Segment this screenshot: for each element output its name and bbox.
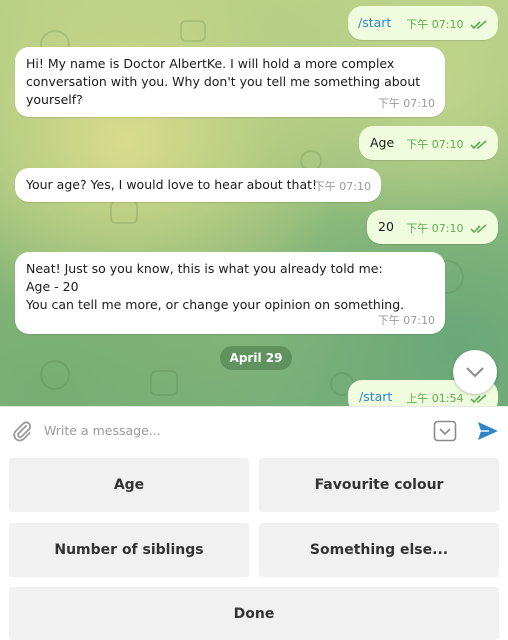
- keyboard-button-age[interactable]: Age: [9, 458, 249, 512]
- message-time: 下午 07:10: [377, 97, 435, 110]
- message-line: You can tell me more, or change your opi…: [26, 297, 405, 312]
- outgoing-message[interactable]: Age 下午 07:10: [359, 126, 498, 160]
- keyboard-button-done[interactable]: Done: [9, 587, 499, 640]
- message-text: Age: [370, 135, 395, 150]
- double-check-icon: [470, 394, 487, 404]
- message-time: 下午 07:10: [313, 180, 371, 193]
- incoming-message[interactable]: Hi! My name is Doctor AlbertKe. I will h…: [15, 47, 445, 117]
- message-text[interactable]: /start: [358, 15, 391, 30]
- chevron-down-icon: [466, 367, 484, 378]
- message-input[interactable]: [44, 417, 414, 443]
- message-time: 下午 07:10: [406, 222, 464, 235]
- chat-area: /start 下午 07:10 Hi! My name is Doctor Al…: [0, 0, 508, 406]
- outgoing-message[interactable]: /start 下午 07:10: [348, 6, 498, 40]
- message-time: 下午 07:10: [377, 314, 435, 327]
- send-icon[interactable]: [476, 419, 500, 443]
- keyboard-button-something-else[interactable]: Something else...: [259, 523, 499, 577]
- background-doodle: [180, 20, 206, 42]
- keyboard-toggle-icon[interactable]: [433, 420, 457, 442]
- message-line: Age - 20: [26, 279, 79, 294]
- message-time: 下午 07:10: [406, 138, 464, 151]
- message-time: 上午 01:54: [406, 392, 464, 405]
- bot-reply-keyboard: Age Favourite colour Number of siblings …: [0, 452, 508, 640]
- background-doodle: [40, 360, 70, 390]
- message-time: 下午 07:10: [406, 18, 464, 31]
- message-composer: [0, 406, 508, 452]
- message-text: Your age? Yes, I would love to hear abou…: [26, 177, 318, 192]
- scroll-down-button[interactable]: [453, 350, 497, 394]
- message-text: Hi! My name is Doctor AlbertKe. I will h…: [26, 56, 421, 107]
- double-check-icon: [470, 224, 487, 234]
- keyboard-button-favourite-colour[interactable]: Favourite colour: [259, 458, 499, 512]
- message-text[interactable]: /start: [359, 389, 392, 404]
- incoming-message[interactable]: Your age? Yes, I would love to hear abou…: [15, 168, 381, 202]
- double-check-icon: [470, 140, 487, 150]
- double-check-icon: [470, 20, 487, 30]
- paperclip-icon[interactable]: [10, 419, 34, 443]
- keyboard-button-siblings[interactable]: Number of siblings: [9, 523, 249, 577]
- message-line: Neat! Just so you know, this is what you…: [26, 261, 383, 276]
- date-separator: April 29: [220, 346, 292, 370]
- message-meta: 下午 07:10: [406, 136, 488, 154]
- background-doodle: [150, 370, 178, 396]
- outgoing-message[interactable]: 20 下午 07:10: [367, 210, 498, 244]
- incoming-message[interactable]: Neat! Just so you know, this is what you…: [15, 252, 445, 334]
- background-doodle: [110, 200, 138, 224]
- message-meta: 下午 07:10: [406, 16, 488, 34]
- message-meta: 下午 07:10: [406, 220, 488, 238]
- message-text: 20: [378, 219, 394, 234]
